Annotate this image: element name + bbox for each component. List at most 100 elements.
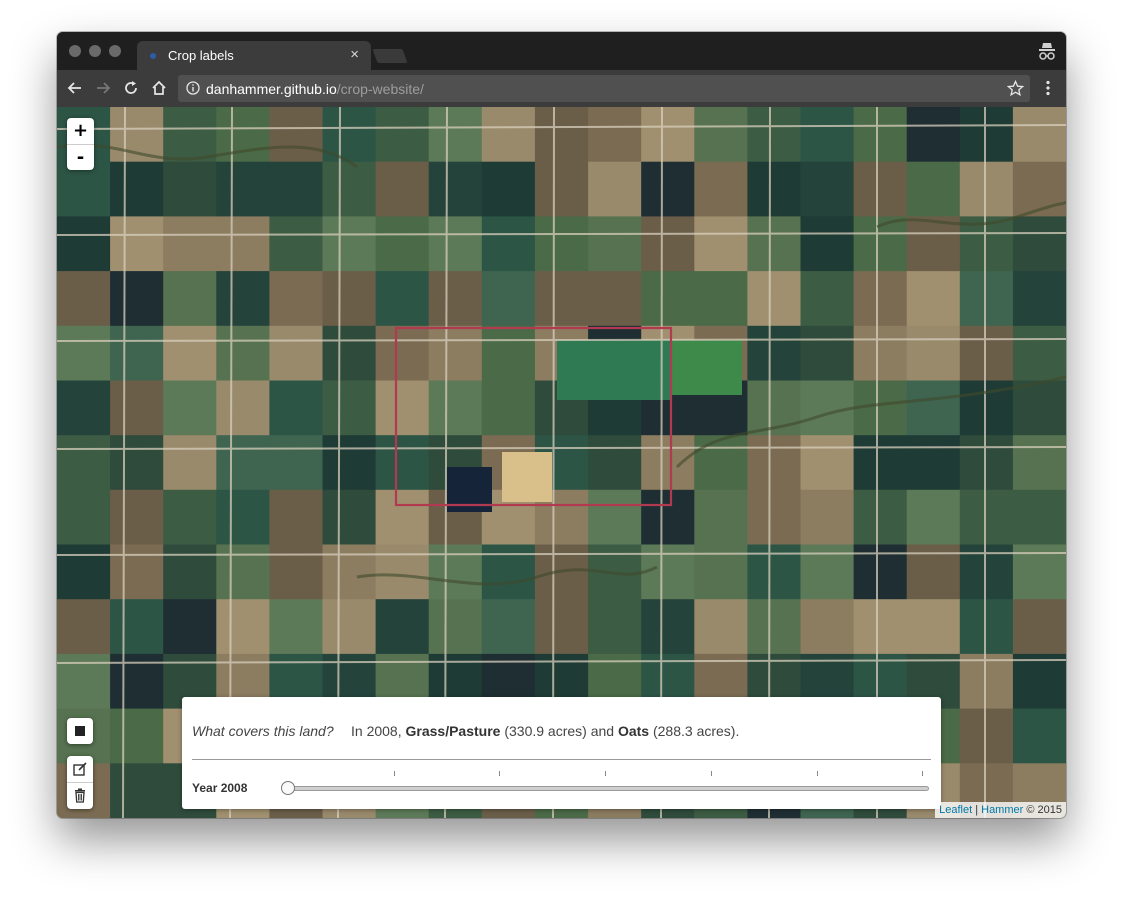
field-parcel — [481, 380, 536, 436]
field-parcel — [322, 599, 377, 655]
field-parcel — [481, 599, 536, 655]
zoom-out-button[interactable]: - — [67, 144, 94, 170]
field-parcel — [322, 161, 377, 217]
draw-rectangle-button[interactable] — [67, 718, 93, 744]
maximize-window-button[interactable] — [109, 45, 121, 57]
browser-toolbar: danhammer.github.io/crop-website/ — [57, 70, 1066, 107]
field-parcel — [557, 340, 672, 400]
answer-text: In 2008, Grass/Pasture (330.9 acres) and… — [351, 723, 739, 739]
attribution-separator: | — [975, 804, 979, 816]
incognito-icon[interactable] — [1038, 41, 1056, 61]
field-parcel — [110, 161, 164, 217]
field-parcel — [57, 325, 111, 381]
field-parcel — [1012, 599, 1066, 655]
field-parcel — [110, 271, 164, 327]
field-parcel — [216, 544, 270, 600]
field-parcel — [163, 380, 217, 436]
field-parcel — [216, 435, 270, 491]
field-parcel — [269, 216, 323, 272]
square-draw-icon — [75, 726, 85, 736]
satellite-map[interactable]: + - What covers this land? In 2008, Gras… — [57, 107, 1066, 818]
edit-layers-button[interactable] — [67, 756, 93, 783]
info-icon[interactable] — [186, 81, 200, 95]
field-parcel — [163, 435, 217, 491]
zoom-in-button[interactable]: + — [67, 118, 94, 144]
field-parcel — [641, 216, 695, 272]
field-parcel — [906, 325, 961, 381]
field-parcel — [906, 380, 961, 436]
delete-layers-button[interactable] — [67, 783, 93, 809]
field-parcel — [1012, 107, 1066, 163]
field-parcel — [216, 325, 270, 381]
reload-icon[interactable] — [122, 79, 140, 97]
edit-icon — [73, 762, 87, 776]
field-parcel — [800, 435, 855, 491]
field-parcel — [641, 161, 695, 217]
field-parcel — [322, 325, 377, 381]
field-parcel — [747, 107, 801, 163]
field-parcel — [269, 544, 323, 600]
field-parcel — [428, 325, 483, 381]
field-parcel — [906, 271, 961, 327]
field-parcel — [641, 107, 695, 163]
field-parcel — [1012, 489, 1066, 545]
field-parcel — [57, 216, 111, 272]
hammer-link[interactable]: Hammer — [981, 804, 1023, 816]
year-slider-thumb[interactable] — [281, 781, 295, 795]
field-parcel — [800, 271, 855, 327]
field-parcel — [800, 325, 855, 381]
home-icon[interactable] — [150, 79, 168, 97]
field-parcel — [747, 161, 801, 217]
new-tab-button[interactable] — [372, 49, 408, 63]
field-parcel — [672, 340, 742, 395]
field-parcel — [853, 489, 908, 545]
browser-window: Crop labels × danhammer.github.io/crop-w… — [57, 32, 1066, 818]
star-icon[interactable] — [1007, 80, 1024, 97]
field-parcel — [906, 435, 961, 491]
field-parcel — [853, 107, 908, 163]
crop-info-panel: What covers this land? In 2008, Grass/Pa… — [182, 697, 941, 809]
edit-toolbar — [67, 756, 93, 809]
field-parcel — [110, 216, 164, 272]
back-arrow-icon[interactable] — [66, 79, 84, 97]
field-parcel — [322, 544, 377, 600]
field-parcel — [322, 380, 377, 436]
tab-crop-labels[interactable]: Crop labels × — [137, 41, 371, 70]
field-parcel — [269, 435, 323, 491]
copyright-text: © 2015 — [1026, 804, 1062, 816]
map-attribution: Leaflet | Hammer © 2015 — [935, 802, 1066, 818]
year-slider-track[interactable] — [286, 786, 929, 791]
field-parcel — [57, 271, 111, 327]
menu-dots-icon[interactable] — [1039, 79, 1057, 97]
field-parcel — [110, 708, 164, 764]
minimize-window-button[interactable] — [89, 45, 101, 57]
field-parcel — [428, 599, 483, 655]
field-parcel — [163, 216, 217, 272]
field-parcel — [641, 271, 695, 327]
field-parcel — [747, 435, 801, 491]
field-parcel — [959, 708, 1014, 764]
field-parcel — [110, 325, 164, 381]
field-parcel — [747, 489, 801, 545]
field-parcel — [110, 544, 164, 600]
leaflet-link[interactable]: Leaflet — [939, 804, 972, 816]
field-parcel — [322, 435, 377, 491]
field-parcel — [481, 544, 536, 600]
url-text: danhammer.github.io/crop-website/ — [206, 81, 424, 97]
field-parcel — [57, 435, 111, 491]
year-label: Year 2008 — [192, 781, 248, 795]
field-parcel — [269, 325, 323, 381]
close-window-button[interactable] — [69, 45, 81, 57]
field-parcel — [216, 216, 270, 272]
field-parcel — [163, 489, 217, 545]
field-parcel — [694, 489, 748, 545]
forward-arrow-icon[interactable] — [94, 79, 112, 97]
field-parcel — [959, 325, 1014, 381]
field-parcel — [694, 599, 748, 655]
field-parcel — [375, 216, 430, 272]
tab-close-button[interactable]: × — [350, 46, 359, 64]
field-parcel — [959, 107, 1014, 163]
field-parcel — [959, 271, 1014, 327]
field-parcel — [534, 216, 589, 272]
address-bar[interactable]: danhammer.github.io/crop-website/ — [178, 75, 1030, 102]
